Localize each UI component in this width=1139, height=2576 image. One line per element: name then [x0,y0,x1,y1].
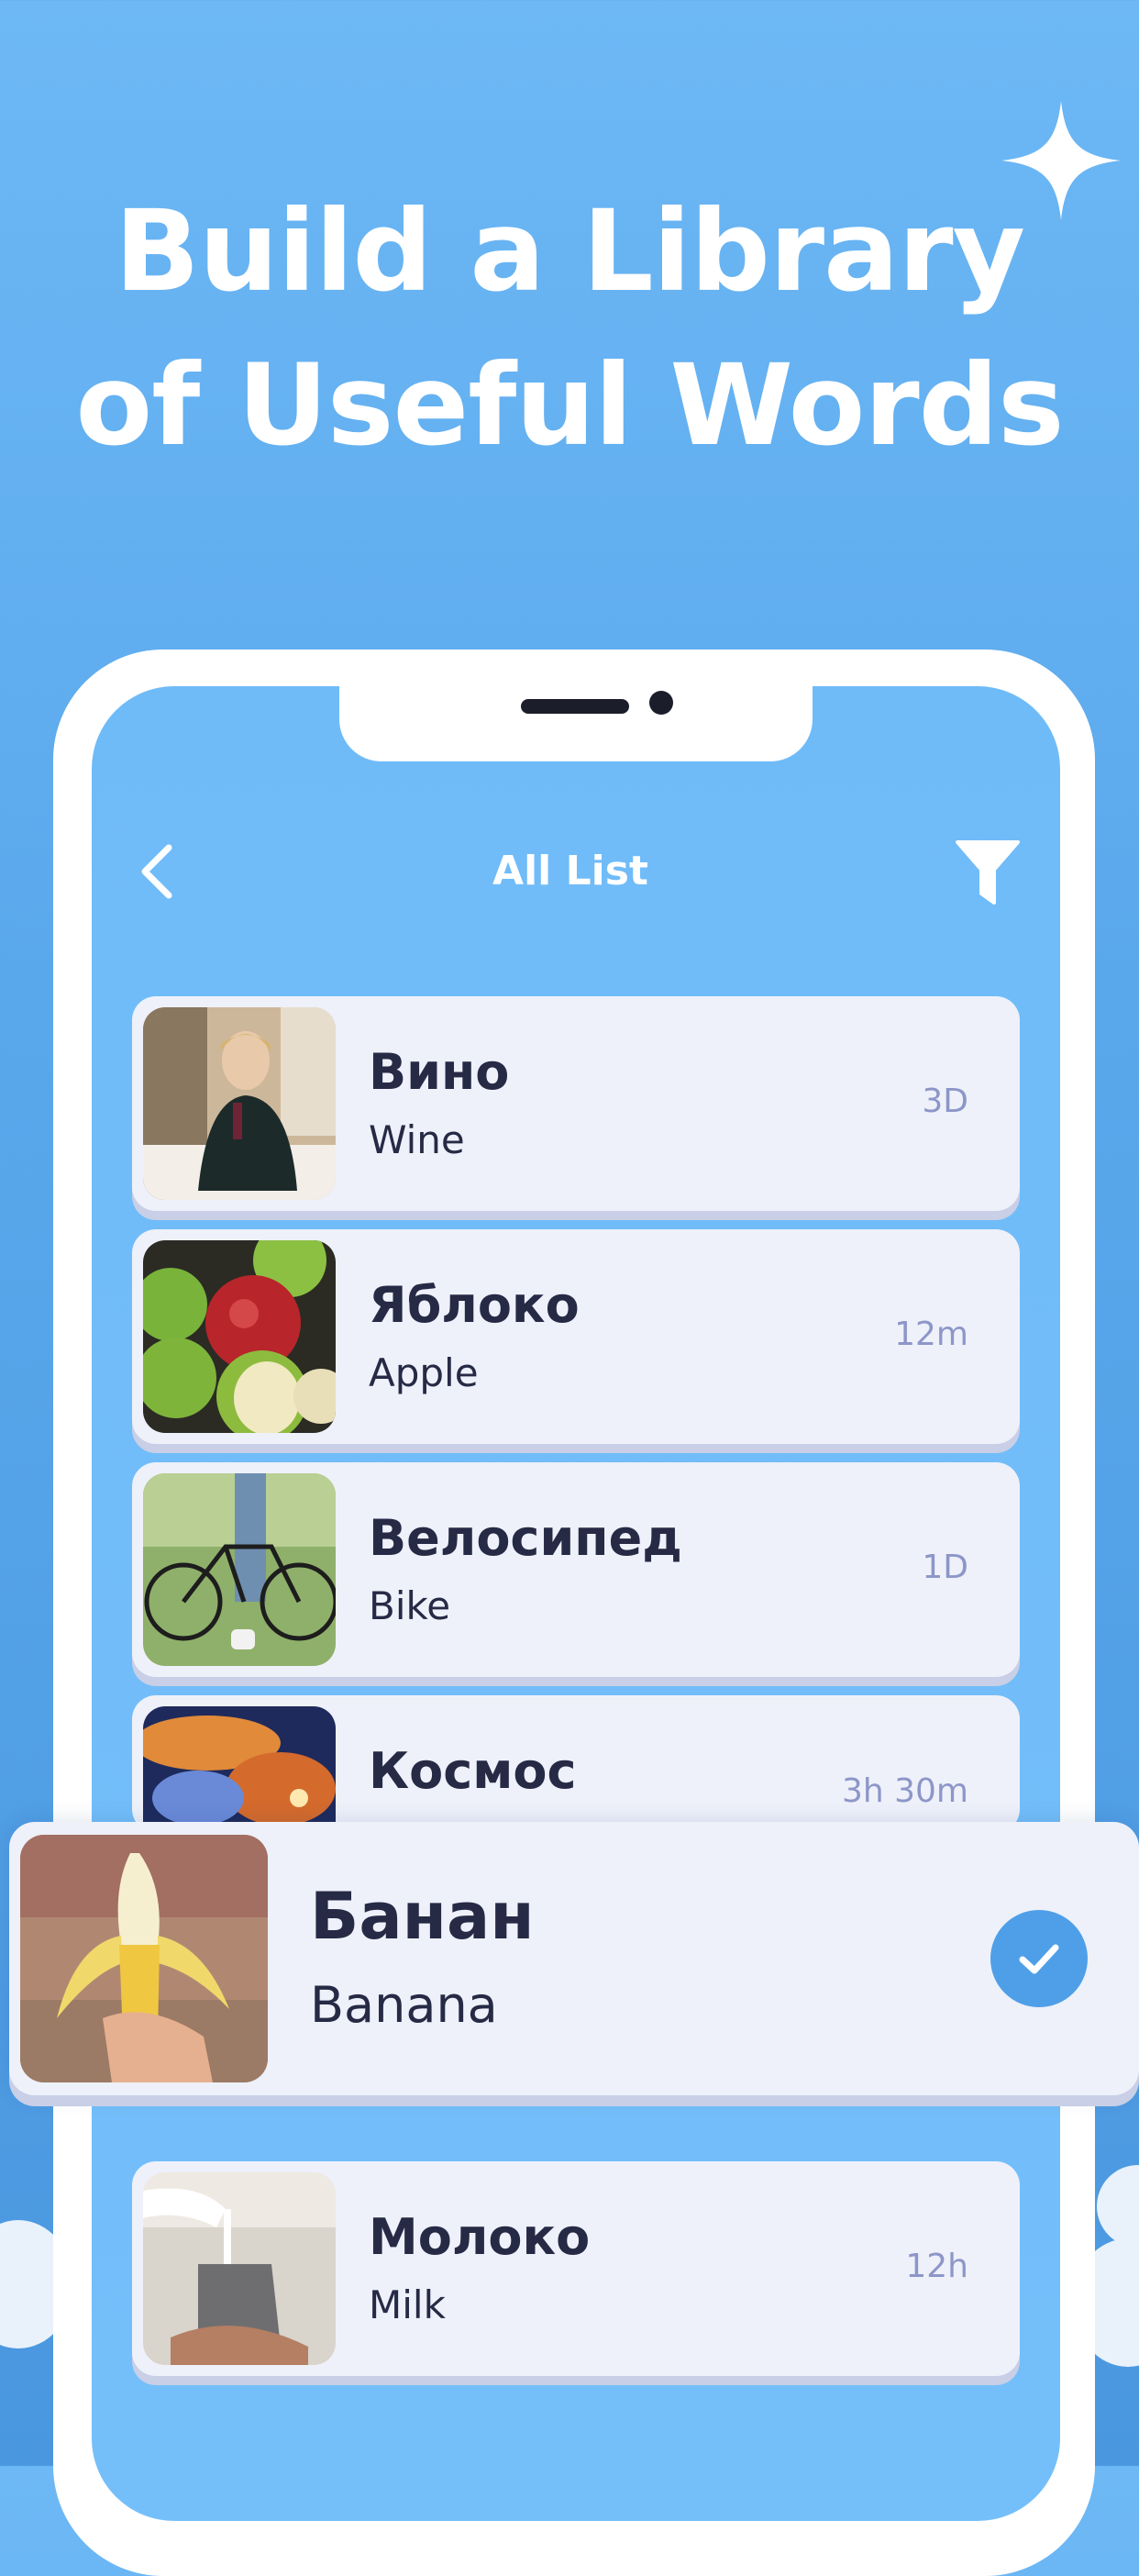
checkmark-icon[interactable] [990,1910,1088,2007]
word-english: Banana [310,1976,498,2034]
word-card-apple[interactable]: Яблоко Apple 12m [132,1229,1020,1444]
word-time: 12m [894,1316,968,1353]
cloud-decoration-right [1097,2165,1139,2248]
word-russian: Молоко [369,2208,591,2266]
phone-notch [339,679,813,761]
chevron-left-icon[interactable] [136,842,182,901]
word-russian: Велосипед [369,1509,682,1567]
word-time: 3D [922,1083,968,1120]
word-russian: Вино [369,1043,510,1101]
word-card-wine[interactable]: Вино Wine 3D [132,996,1020,1211]
space-photo [143,1706,336,1833]
word-card-space[interactable]: Космос 3h 30m [132,1695,1020,1833]
word-russian: Космос [369,1742,577,1800]
word-card-bike[interactable]: Велосипед Bike 1D [132,1462,1020,1677]
headline-line-2: of Useful Words [75,340,1064,471]
word-card-milk[interactable]: Молоко Milk 12h [132,2161,1020,2376]
word-english: Milk [369,2282,446,2327]
apples-photo [143,1240,336,1433]
sparkle-icon [1001,101,1121,220]
word-time: 1D [922,1549,968,1586]
word-time: 3h 30m [841,1772,968,1810]
phone-speaker [521,699,629,714]
word-time: 12h [905,2248,968,2285]
bicycle-photo [143,1473,336,1666]
word-card-banana-selected[interactable]: Банан Banana [9,1822,1139,2095]
headline-line-1: Build a Library [114,186,1025,316]
word-english: Apple [369,1350,479,1395]
word-english: Bike [369,1583,451,1628]
word-russian: Банан [310,1879,535,1954]
screen-title: All List [492,848,648,894]
phone-camera [649,691,673,715]
wine-photo [143,1007,336,1200]
milk-photo [143,2172,336,2365]
word-english: Wine [369,1117,465,1162]
word-russian: Яблоко [369,1276,580,1334]
headline: Build a Library of Useful Words [0,174,1139,483]
filter-icon[interactable] [956,838,1020,905]
banana-photo [20,1835,268,2082]
